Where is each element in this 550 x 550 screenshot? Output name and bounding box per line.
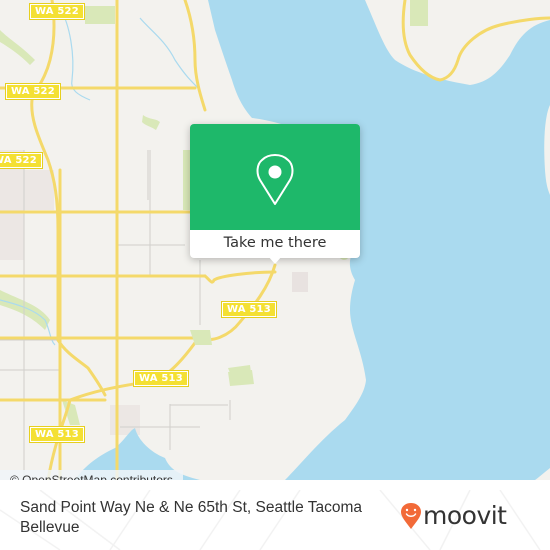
take-me-there-popup[interactable]: Take me there — [190, 124, 360, 264]
map-view[interactable]: WA 522 WA 522 WA 522 WA 513 WA 513 WA 51… — [0, 0, 550, 480]
popup-header — [190, 124, 360, 230]
stop-address: Sand Point Way Ne & Ne 65th St, Seattle … — [20, 499, 363, 536]
moovit-pin-icon — [401, 503, 421, 529]
footer: Sand Point Way Ne & Ne 65th St, Seattle … — [0, 490, 550, 550]
park-area — [228, 370, 254, 386]
urban-area — [292, 272, 308, 292]
take-me-there-button[interactable]: Take me there — [190, 230, 360, 258]
popup-pointer — [268, 256, 282, 264]
road-shield: WA 513 — [221, 301, 277, 318]
road-shield: WA 513 — [29, 426, 85, 443]
road-shield: WA 513 — [133, 370, 189, 387]
road-shield: WA 522 — [29, 3, 85, 20]
map-pin-icon — [256, 154, 294, 205]
park-area — [85, 6, 115, 24]
map-attribution[interactable]: © OpenStreetMap contributors — [0, 470, 183, 480]
moovit-logo[interactable]: moovit — [400, 501, 507, 531]
urban-area — [24, 170, 54, 210]
road-shield: WA 522 — [0, 152, 43, 169]
road-shield: WA 522 — [5, 83, 61, 100]
park-area — [410, 0, 428, 26]
brand-name: moovit — [423, 501, 507, 530]
